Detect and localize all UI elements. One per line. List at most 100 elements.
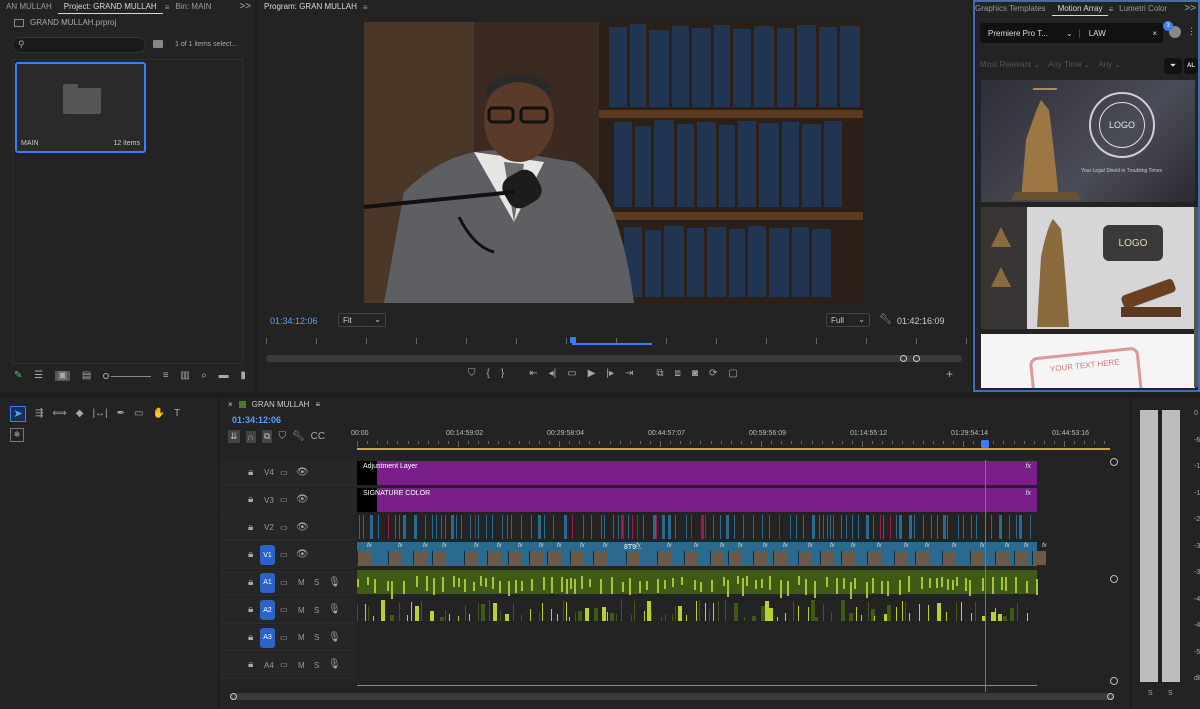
v2-clip[interactable] [991, 515, 992, 539]
captions-icon[interactable]: CC [311, 431, 325, 442]
v2-clip[interactable] [762, 515, 763, 539]
sync-lock-icon[interactable]: ▭ [280, 578, 288, 587]
v2-clip[interactable] [846, 515, 847, 539]
v2-clip[interactable] [971, 515, 972, 539]
ripple-edit-icon[interactable]: ⟺ [52, 409, 66, 419]
v2-clip[interactable] [628, 515, 629, 539]
v2-clip[interactable] [866, 515, 869, 539]
v2-clip[interactable] [923, 515, 924, 539]
v2-clip[interactable] [833, 515, 834, 539]
v2-clip[interactable] [637, 515, 638, 539]
v2-clip[interactable] [601, 515, 602, 539]
v2-clip[interactable] [823, 515, 824, 539]
sync-lock-icon[interactable]: ▭ [280, 551, 288, 559]
v2-clip[interactable] [456, 515, 457, 539]
v2-clip[interactable] [1016, 515, 1017, 539]
v2-clip[interactable] [852, 515, 853, 539]
settings-wrench-icon[interactable]: 🔧︎ [292, 431, 305, 442]
lock-icon[interactable]: 🔒︎ [248, 522, 253, 533]
add-marker-icon[interactable]: ⛉ [468, 369, 476, 379]
keyframe-tool-icon[interactable]: ⁜ [10, 428, 24, 442]
type-tool-icon[interactable]: T [174, 409, 180, 419]
eye-icon[interactable]: 👁︎ [296, 495, 309, 505]
tab-bin[interactable]: Bin: MAIN [169, 0, 217, 14]
timeline-ruler[interactable]: 00:00 00:14:59:02 00:29:58:04 00:44:57:07 00… [351, 426, 1110, 450]
pen-tool-icon[interactable]: ✒ [117, 409, 125, 419]
v2-clip[interactable] [858, 515, 859, 539]
more-tabs-icon[interactable]: >> [239, 2, 251, 12]
new-bin-icon[interactable] [153, 40, 163, 48]
tab-motion-array[interactable]: Motion Array [1051, 2, 1109, 16]
comparison-view-icon[interactable]: ⟳ [709, 369, 717, 379]
mute-button[interactable]: M [298, 661, 305, 670]
v2-clip[interactable] [701, 515, 704, 539]
close-icon[interactable]: × [228, 400, 233, 409]
v2-clip[interactable] [478, 515, 479, 539]
vertical-zoom-handle-top[interactable] [1110, 458, 1118, 466]
v2-clip[interactable] [691, 515, 692, 539]
a1-track-clips[interactable] [357, 570, 1038, 600]
source-patch-button[interactable]: A2 [260, 600, 275, 620]
lock-icon[interactable]: 🔒︎ [248, 467, 253, 478]
video-frame[interactable] [364, 22, 863, 303]
v2-clip[interactable] [1019, 515, 1022, 539]
program-menu-icon[interactable]: ≡ [363, 3, 368, 12]
export-frame-icon[interactable]: ◙ [692, 369, 698, 379]
play-icon[interactable]: ▶ [588, 369, 596, 379]
v2-clip[interactable] [931, 515, 932, 539]
template-thumbnail-1[interactable]: LOGO Your Legal Shield in Troubling Time… [981, 80, 1195, 202]
v2-clip[interactable] [572, 515, 573, 539]
v2-clip[interactable] [470, 515, 471, 539]
lock-icon[interactable]: 🔒︎ [248, 495, 253, 505]
v1-track-clips[interactable]: 8T9... fx fx fx fx fx fx fx fx fx fx fx fx fx fx fx fx f… [357, 542, 1047, 566]
timeline-timecode[interactable]: 01:34:12:06 [232, 415, 281, 425]
sync-lock-icon[interactable]: ▭ [280, 523, 288, 532]
v2-clip[interactable] [432, 515, 433, 539]
search-input[interactable]: ⚲ [12, 37, 146, 53]
v2-clip[interactable] [388, 515, 389, 539]
timeline-playhead[interactable] [985, 460, 986, 692]
v2-clip[interactable] [662, 515, 665, 539]
source-patch-button[interactable]: V1 [260, 545, 275, 565]
v2-clip[interactable] [726, 515, 729, 539]
panel-menu-icon[interactable]: ≡ [315, 400, 320, 409]
source-patch-button[interactable]: A3 [260, 627, 275, 648]
go-to-in-icon[interactable]: ⇤ [529, 369, 537, 379]
lock-icon[interactable]: 🔒︎ [248, 660, 253, 670]
solo-button[interactable]: S [314, 661, 319, 670]
v2-clip[interactable] [909, 515, 912, 539]
mute-button[interactable]: M [298, 578, 305, 587]
search-input[interactable]: LAW [1083, 29, 1106, 38]
v2-clip[interactable] [492, 515, 493, 539]
v2-clip[interactable] [507, 515, 508, 539]
add-marker-icon[interactable]: ⛉ [278, 431, 286, 442]
v2-clip[interactable] [713, 515, 714, 539]
mute-button[interactable]: M [298, 633, 305, 642]
v2-clip[interactable] [544, 515, 545, 539]
v2-clip[interactable] [538, 515, 541, 539]
v2-clip[interactable] [963, 515, 964, 539]
v2-clip[interactable] [564, 515, 567, 539]
icon-view-icon[interactable]: ▣ [54, 371, 71, 381]
selection-tool-icon[interactable]: ➤ [10, 406, 26, 422]
v2-clip[interactable] [370, 515, 373, 539]
lock-icon[interactable]: 🔒︎ [248, 605, 253, 615]
a2-track-clips[interactable] [357, 597, 1037, 621]
template-thumbnail-3[interactable]: YOUR TEXT HERE [981, 334, 1195, 388]
solo-button[interactable]: S [314, 633, 319, 642]
automate-icon[interactable]: ▥ [180, 371, 189, 381]
v2-clip[interactable] [976, 515, 977, 539]
zoom-scrollbar[interactable] [266, 355, 962, 362]
filter-extra-button[interactable]: AL [1184, 58, 1198, 74]
step-back-icon[interactable]: ◂| [549, 369, 557, 379]
v2-clip[interactable] [675, 515, 676, 539]
sync-lock-icon[interactable]: ▭ [280, 661, 288, 669]
eye-icon[interactable]: 👁︎ [296, 550, 309, 560]
adjustment-layer-clip[interactable]: Adjustment Layer fx [357, 461, 1037, 485]
playhead-marker[interactable] [570, 337, 576, 343]
mark-in-icon[interactable]: { [487, 369, 490, 379]
v2-clip[interactable] [553, 515, 554, 539]
play-around-icon[interactable]: ▭ [567, 369, 576, 379]
v2-clip[interactable] [720, 515, 721, 539]
time-filter[interactable]: Any Time ⌄ [1048, 60, 1090, 69]
